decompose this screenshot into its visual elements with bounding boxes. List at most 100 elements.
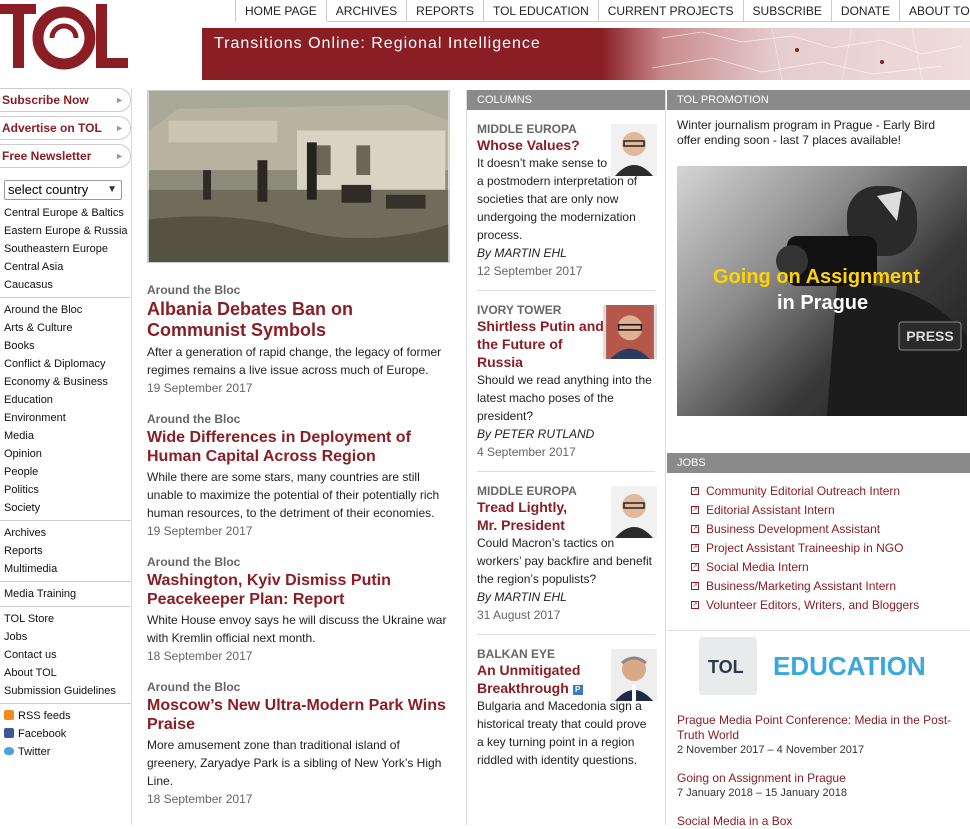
job-link[interactable]: ↗ Community Editorial Outreach Intern bbox=[691, 482, 970, 501]
article-headline[interactable]: Albania Debates Ban on Communist Symbols bbox=[147, 299, 452, 341]
nav-subscribe[interactable]: SUBSCRIBE bbox=[743, 0, 832, 22]
article-headline[interactable]: Wide Differences in Deployment of Human … bbox=[147, 428, 452, 466]
column-author: By MARTIN EHL bbox=[477, 590, 567, 604]
nav-tol-education[interactable]: TOL EDUCATION bbox=[483, 0, 599, 22]
author-portrait[interactable] bbox=[611, 649, 657, 701]
country-select[interactable]: select country ▼ bbox=[4, 180, 122, 200]
region-link[interactable]: Central Europe & Baltics bbox=[0, 204, 131, 222]
facebook-icon bbox=[4, 728, 14, 738]
job-link[interactable]: ↗ Volunteer Editors, Writers, and Blogger… bbox=[691, 596, 970, 615]
job-link[interactable]: ↗ Business Development Assistant bbox=[691, 520, 970, 539]
promo-text[interactable]: Winter journalism program in Prague - Ea… bbox=[667, 110, 970, 148]
job-title: Business/Marketing Assistant Intern bbox=[706, 579, 897, 593]
event-title[interactable]: Prague Media Point Conference: Media in … bbox=[677, 713, 962, 743]
topic-link[interactable]: Books bbox=[0, 337, 131, 355]
misc-link[interactable]: Jobs bbox=[0, 628, 131, 646]
author-portrait[interactable] bbox=[611, 124, 657, 176]
column-title[interactable]: Tread Lightly, Mr. President bbox=[477, 498, 587, 534]
free-newsletter-button[interactable]: Free Newsletter ► bbox=[0, 144, 131, 168]
jobs-list: ↗ Community Editorial Outreach Intern ↗ Ed… bbox=[667, 473, 970, 615]
advertise-label: Advertise on TOL bbox=[2, 121, 102, 135]
nav-home-page[interactable]: HOME PAGE bbox=[236, 0, 327, 22]
nav-donate[interactable]: DONATE bbox=[831, 0, 901, 22]
divider bbox=[0, 581, 131, 582]
column-item: IVORY TOWER Shirtless Putin and the Futu… bbox=[467, 303, 665, 461]
advertise-button[interactable]: Advertise on TOL ► bbox=[0, 116, 131, 140]
section-link[interactable]: Archives bbox=[0, 524, 131, 542]
topic-link[interactable]: Conflict & Diplomacy bbox=[0, 355, 131, 373]
region-link[interactable]: Central Asia bbox=[0, 258, 131, 276]
promo-image[interactable]: PRESS Going on Assignment in Prague bbox=[677, 166, 967, 416]
nav-archives[interactable]: ARCHIVES bbox=[326, 0, 408, 22]
article-category[interactable]: Around the Bloc bbox=[147, 283, 452, 297]
article-category[interactable]: Around the Bloc bbox=[147, 412, 452, 426]
columns-header: COLUMNS bbox=[467, 90, 665, 110]
nav-current-projects[interactable]: CURRENT PROJECTS bbox=[598, 0, 744, 22]
misc-link[interactable]: Contact us bbox=[0, 646, 131, 664]
media-training-link[interactable]: Media Training bbox=[0, 585, 131, 603]
external-link-icon: ↗ bbox=[691, 563, 699, 571]
event-title[interactable]: Social Media in a Box bbox=[677, 814, 962, 829]
section-link[interactable]: Multimedia bbox=[0, 560, 131, 578]
divider bbox=[477, 634, 655, 635]
subscribe-now-button[interactable]: Subscribe Now ► bbox=[0, 88, 131, 112]
jobs-header: JOBS bbox=[667, 453, 970, 473]
section-link[interactable]: Reports bbox=[0, 542, 131, 560]
author-portrait[interactable] bbox=[603, 305, 657, 359]
column-item: MIDDLE EUROPA Whose Values? It doesn’t m… bbox=[467, 122, 665, 280]
article-headline[interactable]: Washington, Kyiv Dismiss Putin Peacekeep… bbox=[147, 571, 452, 609]
rss-link[interactable]: RSS feeds bbox=[0, 707, 131, 725]
twitter-label: Twitter bbox=[18, 746, 51, 758]
topic-link[interactable]: Economy & Business bbox=[0, 373, 131, 391]
subscribe-now-label: Subscribe Now bbox=[2, 93, 89, 107]
job-link[interactable]: ↗ Social Media Intern bbox=[691, 558, 970, 577]
job-link[interactable]: ↗ Business/Marketing Assistant Intern bbox=[691, 577, 970, 596]
tol-education-logo-text: TOL bbox=[708, 657, 744, 677]
education-title[interactable]: EDUCATION bbox=[773, 651, 926, 682]
region-link[interactable]: Eastern Europe & Russia bbox=[0, 222, 131, 240]
topic-link[interactable]: Politics bbox=[0, 481, 131, 499]
article-category[interactable]: Around the Bloc bbox=[147, 680, 452, 694]
article-summary: While there are some stars, many countri… bbox=[147, 470, 440, 520]
region-link[interactable]: Caucasus bbox=[0, 276, 131, 294]
misc-link[interactable]: About TOL bbox=[0, 664, 131, 682]
nav-reports[interactable]: REPORTS bbox=[407, 0, 484, 22]
chevron-right-icon: ► bbox=[115, 151, 124, 161]
topic-link[interactable]: Opinion bbox=[0, 445, 131, 463]
facebook-label: Facebook bbox=[18, 728, 67, 740]
column-title[interactable]: An Unmitigated Breakthrough P bbox=[477, 661, 607, 697]
article-summary: White House envoy says he will discuss t… bbox=[147, 613, 447, 645]
job-title: Community Editorial Outreach Intern bbox=[706, 484, 901, 498]
hero-image[interactable] bbox=[147, 90, 450, 263]
topic-link[interactable]: Media bbox=[0, 427, 131, 445]
header: HOME PAGE ARCHIVES REPORTS TOL EDUCATION… bbox=[0, 0, 970, 80]
job-title: Business Development Assistant bbox=[706, 522, 881, 536]
topic-link[interactable]: Environment bbox=[0, 409, 131, 427]
column-title-text: An Unmitigated Breakthrough bbox=[477, 662, 581, 696]
article-summary: After a generation of rapid change, the … bbox=[147, 345, 442, 377]
left-sidebar: Subscribe Now ► Advertise on TOL ► Free Ne… bbox=[0, 88, 132, 825]
facebook-link[interactable]: Facebook bbox=[0, 725, 131, 743]
misc-link[interactable]: TOL Store bbox=[0, 610, 131, 628]
twitter-link[interactable]: Twitter bbox=[0, 743, 131, 761]
columns-panel: COLUMNS MIDDLE EUROPA Whose Values? It d… bbox=[466, 90, 666, 825]
article-date: 18 September 2017 bbox=[147, 792, 253, 806]
article-category[interactable]: Around the Bloc bbox=[147, 555, 452, 569]
nav-about-tol[interactable]: ABOUT TOL bbox=[900, 0, 970, 22]
topic-link[interactable]: Around the Bloc bbox=[0, 301, 131, 319]
job-link[interactable]: ↗ Editorial Assistant Intern bbox=[691, 501, 970, 520]
topic-link[interactable]: Arts & Culture bbox=[0, 319, 131, 337]
event-title[interactable]: Going on Assignment in Prague bbox=[677, 771, 962, 786]
tol-logo[interactable] bbox=[0, 0, 132, 74]
region-link[interactable]: Southeastern Europe bbox=[0, 240, 131, 258]
topic-link[interactable]: Education bbox=[0, 391, 131, 409]
author-portrait[interactable] bbox=[611, 486, 657, 538]
topic-link[interactable]: Society bbox=[0, 499, 131, 517]
column-title[interactable]: Shirtless Putin and the Future of Russia bbox=[477, 317, 607, 371]
job-link[interactable]: ↗ Project Assistant Traineeship in NGO bbox=[691, 539, 970, 558]
misc-link[interactable]: Submission Guidelines bbox=[0, 682, 131, 700]
article-headline[interactable]: Moscow’s New Ultra-Modern Park Wins Prai… bbox=[147, 696, 452, 734]
tol-education-logo[interactable]: TOL bbox=[699, 637, 757, 695]
twitter-icon bbox=[4, 747, 14, 755]
topic-link[interactable]: People bbox=[0, 463, 131, 481]
